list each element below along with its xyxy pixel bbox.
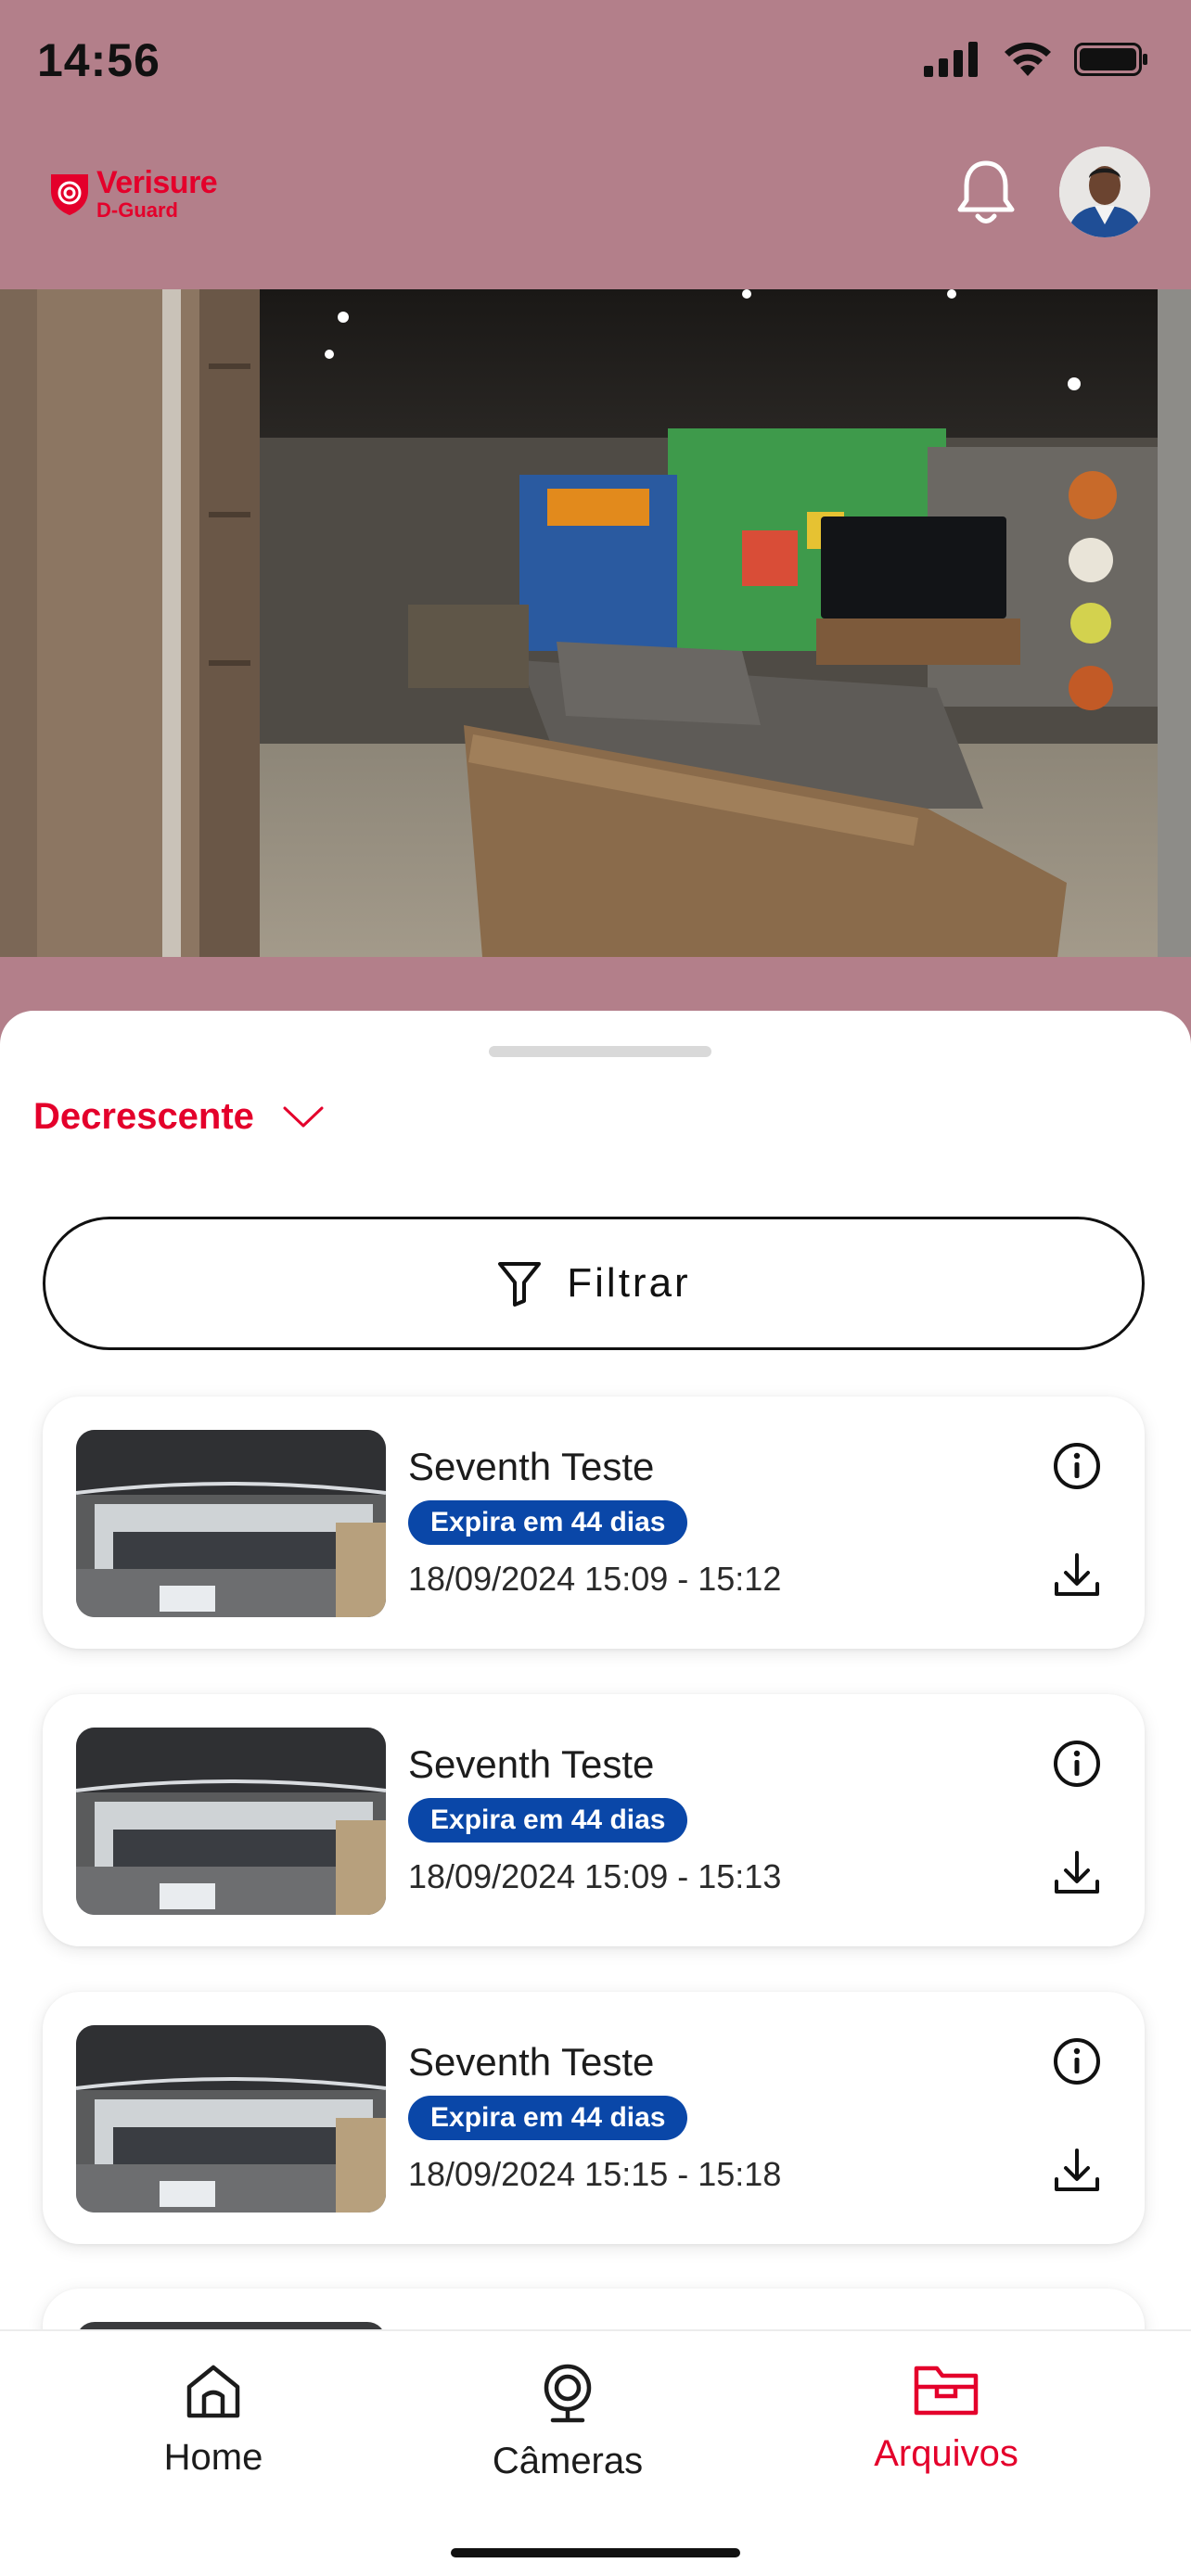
info-button[interactable] (1052, 1739, 1102, 1793)
user-avatar[interactable] (1059, 147, 1150, 237)
download-icon (1055, 1851, 1099, 1894)
tab-home[interactable]: Home (93, 2363, 334, 2511)
thumbnail-image (76, 2025, 386, 2213)
download-button[interactable] (1052, 1550, 1102, 1605)
status-icons (924, 41, 1148, 78)
recording-thumbnail[interactable] (76, 1430, 386, 1617)
camera-icon (544, 2364, 592, 2423)
filter-label: Filtrar (567, 1260, 691, 1306)
status-bar: 14:56 (0, 0, 1191, 130)
info-button[interactable] (1052, 2036, 1102, 2091)
recording-card[interactable]: Seventh Teste Expira em 44 dias 18/09/20… (43, 1694, 1145, 1946)
download-icon (1055, 2149, 1099, 2191)
filter-button[interactable]: Filtrar (43, 1217, 1145, 1350)
thumbnail-image (76, 1430, 386, 1617)
sort-label: Decrescente (33, 1096, 254, 1137)
recording-card[interactable]: Seventh Teste Expira em 44 dias 18/09/20… (43, 1992, 1145, 2244)
tab-home-label: Home (163, 2437, 263, 2478)
info-icon (1054, 1741, 1100, 1787)
recording-time: 18/09/2024 15:15 - 15:18 (408, 2155, 782, 2193)
chevron-down-icon (283, 1106, 324, 1127)
signal-icon (924, 42, 978, 77)
camera-live-view[interactable] (0, 289, 1191, 957)
recording-time: 18/09/2024 15:09 - 15:12 (408, 1560, 782, 1598)
recording-thumbnail[interactable] (76, 2025, 386, 2213)
app-header: Verisure D-Guard (0, 130, 1191, 289)
info-icon (1054, 1443, 1100, 1489)
battery-icon (1074, 43, 1147, 76)
thumbnail-image (76, 1728, 386, 1915)
download-button[interactable] (1052, 2146, 1102, 2200)
info-icon (1054, 2038, 1100, 2085)
status-time: 14:56 (37, 34, 160, 86)
expiry-badge: Expira em 44 dias (408, 2096, 688, 2140)
expiry-badge: Expira em 44 dias (408, 1500, 688, 1545)
download-icon (1055, 1553, 1099, 1596)
filter-icon (498, 1262, 542, 1307)
recording-thumbnail[interactable] (76, 1728, 386, 1915)
tab-cameras[interactable]: Câmeras (447, 2363, 688, 2511)
folder-icon (914, 2366, 979, 2416)
bell-icon (957, 160, 1015, 223)
notifications-button[interactable] (955, 158, 1017, 233)
avatar-photo (1059, 147, 1150, 237)
recording-card[interactable]: Seventh Teste Expira em 44 dias 18/09/20… (43, 1396, 1145, 1649)
sort-dropdown[interactable]: Decrescente (33, 1096, 325, 1138)
verisure-logo-icon (51, 174, 88, 215)
wifi-icon (1005, 42, 1051, 76)
logo-text-line2: D-Guard (96, 198, 178, 222)
recording-title: Seventh Teste (408, 1742, 655, 1786)
download-button[interactable] (1052, 1848, 1102, 1903)
recording-time: 18/09/2024 15:09 - 15:13 (408, 1857, 782, 1895)
camera-feed-image (0, 289, 1191, 957)
logo-text-line1: Verisure (96, 165, 218, 200)
home-icon (186, 2365, 240, 2418)
recording-title: Seventh Teste (408, 1445, 655, 1488)
tab-files-label: Arquivos (874, 2433, 1018, 2474)
home-indicator (451, 2548, 740, 2557)
expiry-badge: Expira em 44 dias (408, 1798, 688, 1843)
tab-cameras-label: Câmeras (492, 2441, 644, 2481)
recording-title: Seventh Teste (408, 2040, 655, 2084)
info-button[interactable] (1052, 1441, 1102, 1496)
tab-files[interactable]: Arquivos (826, 2363, 1067, 2511)
verisure-logo: Verisure D-Guard (48, 165, 218, 222)
bottom-tab-bar: Home Câmeras Arquivos (0, 2329, 1191, 2576)
sheet-drag-handle[interactable] (489, 1046, 711, 1057)
